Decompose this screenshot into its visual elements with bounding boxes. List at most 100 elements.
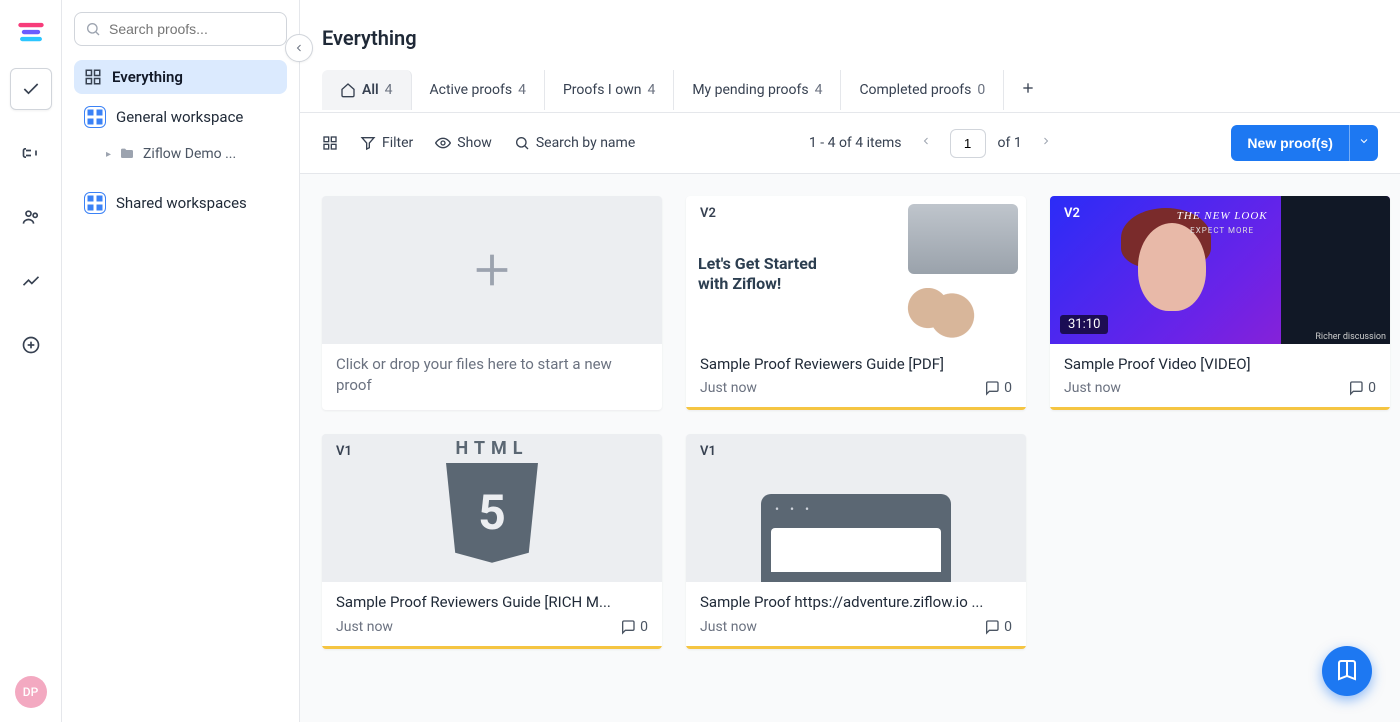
tab-completed[interactable]: Completed proofs 0 [841, 70, 1004, 110]
main-area: Everything All 4 Active proofs 4 Proofs … [300, 0, 1400, 722]
version-badge: V1 [696, 442, 720, 461]
rail-activity-icon[interactable] [10, 260, 52, 302]
proof-time: Just now [700, 380, 757, 396]
grid-view-icon [322, 135, 338, 151]
proof-time: Just now [1064, 380, 1121, 396]
version-badge: V2 [1060, 204, 1084, 223]
add-tab-button[interactable] [1004, 68, 1052, 112]
nav-demo-folder[interactable]: ▸ Ziflow Demo ... [74, 140, 287, 168]
filter-button[interactable]: Filter [360, 135, 413, 151]
tab-own-count: 4 [647, 82, 655, 98]
chevron-left-icon [293, 42, 305, 54]
page-title: Everything [300, 0, 1400, 68]
sidebar: Everything General workspace ▸ Ziflow De… [62, 0, 300, 722]
rail-proofs-icon[interactable] [10, 68, 52, 110]
nav-demo-label: Ziflow Demo ... [143, 146, 236, 162]
nav-shared-label: Shared workspaces [116, 194, 247, 212]
rail-add-icon[interactable] [10, 324, 52, 366]
tab-active-proofs[interactable]: Active proofs 4 [412, 70, 545, 110]
nav-everything-label: Everything [112, 68, 183, 86]
chevron-down-icon [1358, 135, 1370, 147]
user-avatar[interactable]: DP [15, 676, 47, 708]
tab-completed-count: 0 [977, 82, 985, 98]
tab-all-label: All [362, 82, 379, 98]
plus-icon [469, 247, 515, 293]
tab-my-pending[interactable]: My pending proofs 4 [674, 70, 841, 110]
icon-rail: DP [0, 0, 62, 722]
filter-icon [360, 135, 376, 151]
nav-general-workspace[interactable]: General workspace [74, 98, 287, 136]
folder-icon [119, 146, 135, 162]
tab-own-label: Proofs I own [563, 82, 642, 98]
proof-time: Just now [336, 619, 393, 635]
search-by-name[interactable]: Search by name [514, 135, 635, 151]
tab-active-label: Active proofs [430, 82, 513, 98]
proof-comments: 0 [984, 380, 1012, 396]
proof-card[interactable]: THE NEW LOOK EXPECT MORE Richer discussi… [1050, 196, 1390, 410]
page-input[interactable] [950, 129, 986, 158]
duration-badge: 31:10 [1060, 315, 1108, 334]
nav-shared-workspaces[interactable]: Shared workspaces [74, 184, 287, 222]
app-logo [17, 18, 45, 46]
help-fab[interactable] [1322, 646, 1372, 696]
eye-icon [435, 135, 451, 151]
version-badge: V2 [696, 204, 720, 223]
drop-text: Click or drop your files here to start a… [336, 354, 648, 396]
grid-icon [84, 68, 102, 86]
workspace-icon [84, 192, 106, 214]
plus-icon [1020, 80, 1036, 96]
collapse-sidebar-button[interactable] [285, 34, 313, 62]
layout-toggle[interactable] [322, 135, 338, 151]
proof-card[interactable]: HTML 5 V1 Sample Proof Reviewers Guide [… [322, 434, 662, 648]
new-proof-menu-toggle[interactable] [1350, 125, 1378, 161]
version-badge: V1 [332, 442, 356, 461]
drop-zone[interactable] [322, 196, 662, 344]
pager: 1 - 4 of 4 items of 1 [809, 129, 1058, 158]
tab-active-count: 4 [518, 82, 526, 98]
book-icon [1335, 659, 1359, 683]
comment-icon [620, 619, 636, 635]
search-input[interactable] [109, 21, 276, 37]
new-proof-button[interactable]: New proof(s) [1231, 125, 1350, 161]
tab-completed-label: Completed proofs [859, 82, 971, 98]
proof-thumbnail: Let's Get Startedwith Ziflow! V2 [686, 196, 1026, 344]
caret-icon: ▸ [106, 149, 111, 160]
chevron-left-icon [920, 135, 932, 147]
comment-icon [984, 380, 1000, 396]
tab-proofs-i-own[interactable]: Proofs I own 4 [545, 70, 674, 110]
proof-grid: Click or drop your files here to start a… [322, 196, 1378, 649]
filter-label: Filter [382, 135, 413, 151]
search-box[interactable] [74, 12, 287, 46]
toolbar: Filter Show Search by name 1 - 4 of 4 it… [300, 113, 1400, 174]
proof-comments: 0 [620, 619, 648, 635]
proof-title: Sample Proof Reviewers Guide [RICH M... [336, 592, 648, 612]
pager-next[interactable] [1034, 131, 1058, 155]
tab-pending-label: My pending proofs [692, 82, 808, 98]
search-name-label: Search by name [536, 135, 635, 151]
search-icon [85, 21, 101, 37]
comment-icon [1348, 380, 1364, 396]
show-label: Show [457, 135, 492, 151]
rail-people-icon[interactable] [10, 196, 52, 238]
items-summary: 1 - 4 of 4 items [809, 135, 902, 151]
tab-all-count: 4 [385, 82, 393, 98]
proof-thumbnail: V1 [686, 434, 1026, 582]
proof-title: Sample Proof https://adventure.ziflow.io… [700, 592, 1012, 612]
proof-comments: 0 [1348, 380, 1376, 396]
pager-prev[interactable] [914, 131, 938, 155]
show-button[interactable]: Show [435, 135, 492, 151]
proof-thumbnail: HTML 5 V1 [322, 434, 662, 582]
tab-all[interactable]: All 4 [322, 70, 412, 110]
proof-title: Sample Proof Video [VIDEO] [1064, 354, 1376, 374]
proof-title: Sample Proof Reviewers Guide [PDF] [700, 354, 1012, 374]
nav-general-label: General workspace [116, 108, 243, 126]
nav-everything[interactable]: Everything [74, 60, 287, 94]
rail-integrations-icon[interactable] [10, 132, 52, 174]
proof-card[interactable]: V1 Sample Proof https://adventure.ziflow… [686, 434, 1026, 648]
page-of: of 1 [998, 135, 1022, 151]
proof-card[interactable]: Let's Get Startedwith Ziflow! V2 Sample … [686, 196, 1026, 410]
proof-thumbnail: THE NEW LOOK EXPECT MORE Richer discussi… [1050, 196, 1390, 344]
tab-pending-count: 4 [815, 82, 823, 98]
drop-card[interactable]: Click or drop your files here to start a… [322, 196, 662, 410]
workspace-icon [84, 106, 106, 128]
